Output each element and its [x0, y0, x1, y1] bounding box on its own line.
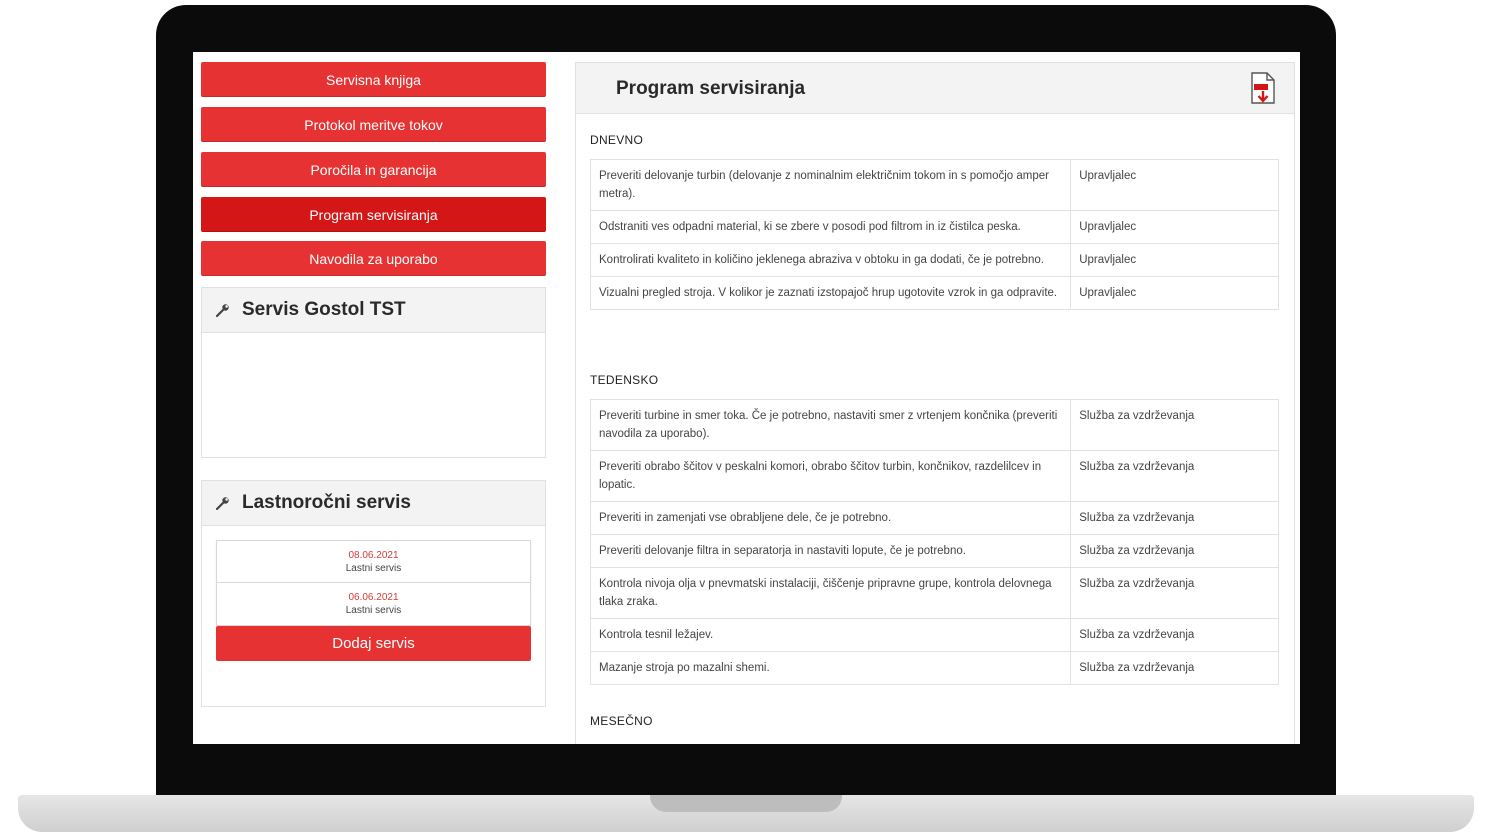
task-cell: Preveriti obrabo ščitov v peskalni komor… — [589, 450, 1072, 502]
table-row: Preveriti in zamenjati vse obrabljene de… — [589, 501, 1279, 535]
table-row: Preveriti delovanje filtra in separatorj… — [589, 534, 1279, 568]
section-label-monthly: MESEČNO — [590, 714, 653, 728]
device-panel-header: Servis Gostol TST — [202, 288, 545, 333]
pdf-download-icon[interactable] — [1248, 71, 1278, 105]
responsible-cell: Upravljalec — [1070, 276, 1279, 310]
service-entry-type: Lastni servis — [345, 605, 402, 616]
table-row: Kontrola nivoja olja v pnevmatski instal… — [589, 567, 1279, 619]
task-cell: Preveriti in zamenjati vse obrabljene de… — [589, 501, 1072, 535]
responsible-cell: Služba za vzdrževanja — [1070, 651, 1279, 685]
nav-navodila-za-uporabo-button[interactable]: Navodila za uporabo — [201, 241, 546, 276]
self-service-panel: Lastnoročni servis 08.06.2021 Lastni ser… — [201, 480, 546, 707]
table-row: Preveriti obrabo ščitov v peskalni komor… — [589, 450, 1279, 502]
service-entry-type: Lastni servis — [345, 562, 402, 574]
page-title: Program servisiranja — [616, 78, 806, 99]
responsible-cell: Upravljalec — [1070, 243, 1279, 277]
table-row: Odstraniti ves odpadni material, ki se z… — [589, 210, 1279, 244]
service-entry-date: 08.06.2021 — [348, 549, 399, 561]
service-program-header: Program servisiranja — [576, 63, 1294, 114]
laptop-notch — [650, 795, 842, 812]
nav-servisna-knjiga-button[interactable]: Servisna knjiga — [201, 62, 546, 97]
responsible-cell: Služba za vzdrževanja — [1070, 450, 1279, 502]
task-cell: Vizualni pregled stroja. V kolikor je za… — [589, 276, 1072, 310]
table-row: Kontrola tesnil ležajev. Služba za vzdrž… — [589, 618, 1279, 652]
service-entry[interactable]: 06.06.2021 Lastni servis — [216, 583, 531, 626]
task-cell: Preveriti delovanje filtra in separatorj… — [589, 534, 1072, 568]
service-entry[interactable]: 08.06.2021 Lastni servis — [216, 540, 531, 583]
self-service-panel-title: Lastnoročni servis — [242, 492, 411, 513]
app-screen: Servisna knjiga Protokol meritve tokov P… — [193, 52, 1300, 744]
responsible-cell: Služba za vzdrževanja — [1070, 501, 1279, 535]
responsible-cell: Služba za vzdrževanja — [1070, 399, 1279, 451]
service-entry-date: 06.06.2021 — [348, 592, 399, 603]
responsible-cell: Upravljalec — [1070, 210, 1279, 244]
nav-protokol-meritve-tokov-button[interactable]: Protokol meritve tokov — [201, 107, 546, 142]
device-panel-title: Servis Gostol TST — [242, 299, 406, 320]
weekly-tasks-table: Preveriti turbine in smer toka. Če je po… — [589, 399, 1279, 685]
table-row: Kontrolirati kvaliteto in količino jekle… — [589, 243, 1279, 277]
section-label-weekly: TEDENSKO — [590, 373, 659, 387]
table-row: Preveriti turbine in smer toka. Če je po… — [589, 399, 1279, 451]
service-program-panel: Program servisiranja DNEVNO Preveriti de… — [575, 62, 1295, 744]
daily-tasks-table: Preveriti delovanje turbin (delovanje z … — [589, 159, 1279, 310]
task-cell: Kontrola tesnil ležajev. — [589, 618, 1072, 652]
responsible-cell: Upravljalec — [1070, 159, 1279, 211]
device-panel: Servis Gostol TST — [201, 287, 546, 458]
task-cell: Preveriti turbine in smer toka. Če je po… — [589, 399, 1072, 451]
task-cell: Odstraniti ves odpadni material, ki se z… — [589, 210, 1072, 244]
responsible-cell: Služba za vzdrževanja — [1070, 567, 1279, 619]
task-cell: Mazanje stroja po mazalni shemi. — [589, 651, 1072, 685]
wrench-icon — [216, 304, 229, 317]
add-service-button[interactable]: Dodaj servis — [216, 626, 531, 661]
responsible-cell: Služba za vzdrževanja — [1070, 618, 1279, 652]
nav-porocila-in-garancija-button[interactable]: Poročila in garancija — [201, 152, 546, 187]
task-cell: Preveriti delovanje turbin (delovanje z … — [589, 159, 1072, 211]
task-cell: Kontrolirati kvaliteto in količino jekle… — [589, 243, 1072, 277]
wrench-icon — [216, 497, 229, 510]
nav-program-servisiranja-button[interactable]: Program servisiranja — [201, 197, 546, 232]
task-cell: Kontrola nivoja olja v pnevmatski instal… — [589, 567, 1072, 619]
table-row: Preveriti delovanje turbin (delovanje z … — [589, 159, 1279, 211]
responsible-cell: Služba za vzdrževanja — [1070, 534, 1279, 568]
section-label-daily: DNEVNO — [590, 133, 644, 147]
table-row: Mazanje stroja po mazalni shemi. Služba … — [589, 651, 1279, 685]
table-row: Vizualni pregled stroja. V kolikor je za… — [589, 276, 1279, 310]
self-service-panel-header: Lastnoročni servis — [202, 481, 545, 526]
